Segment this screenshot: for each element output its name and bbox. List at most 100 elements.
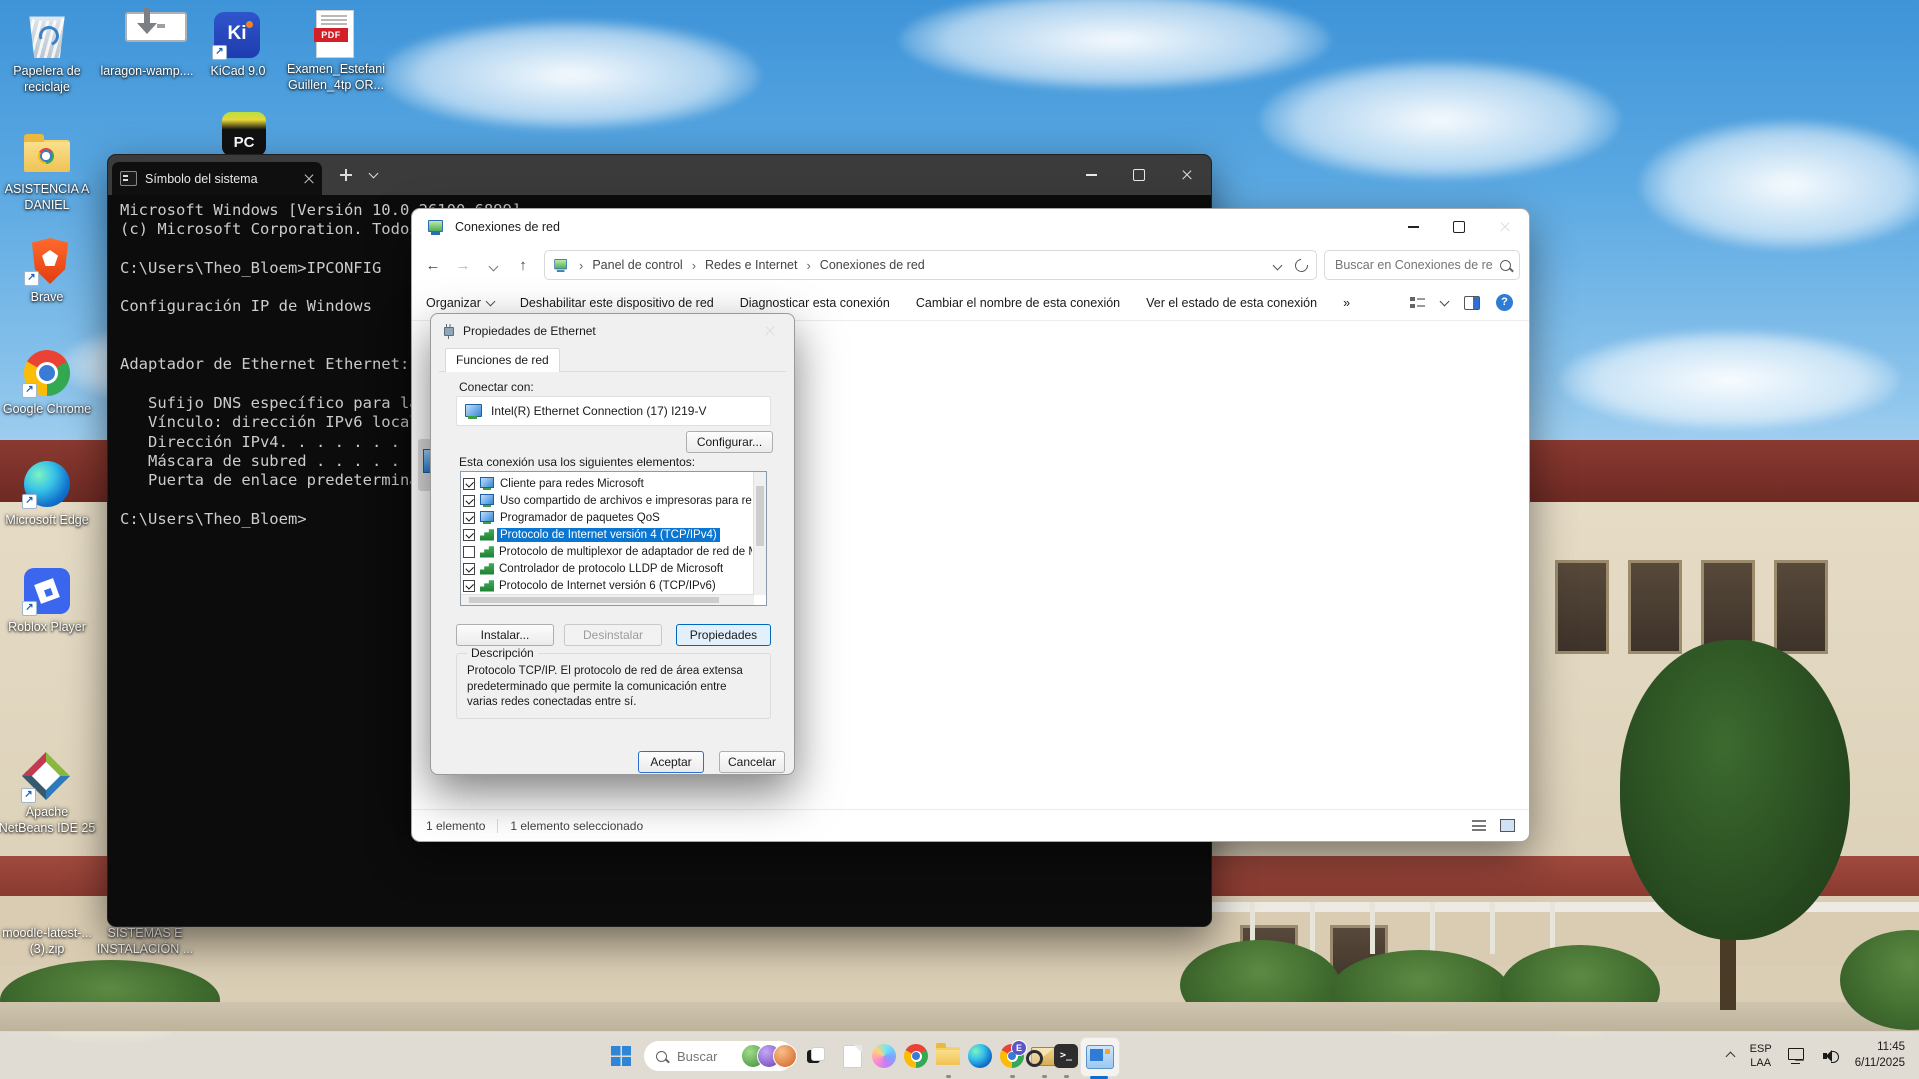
network-settings-button-active[interactable] [1080,1037,1120,1077]
checkbox[interactable] [463,512,475,524]
list-item-qos[interactable]: Programador de paquetes QoS [463,509,752,526]
icons-view-icon[interactable] [1500,819,1515,832]
uninstall-button[interactable]: Desinstalar [564,624,662,646]
address-dropdown-icon[interactable] [1273,260,1283,270]
taskbar-search[interactable] [643,1040,795,1072]
network-tray-icon[interactable] [1788,1048,1807,1064]
netbeans-label[interactable]: Apache NetBeans IDE 25 [0,805,97,836]
list-item-cliente[interactable]: Cliente para redes Microsoft [463,475,752,492]
tab-funciones-de-red[interactable]: Funciones de red [445,348,560,372]
brave-icon[interactable]: ↗ [26,238,71,284]
terminal-titlebar[interactable]: Símbolo del sistema [108,155,1211,195]
chrome-button[interactable] [900,1040,932,1072]
netbeans-icon[interactable]: ↗ [23,753,71,801]
view-selector-icon[interactable] [1410,296,1425,309]
minimize-button[interactable] [1067,155,1115,195]
recycle-bin-icon[interactable] [23,12,67,58]
clock[interactable]: 11:45 6/11/2025 [1855,1040,1905,1071]
recycle-bin-label[interactable]: Papelera de reciclaje [0,64,97,95]
kicad-label[interactable]: KiCad 9.0 [188,64,288,80]
terminal-button[interactable]: >_ [1050,1040,1082,1072]
list-item-uso-compartido[interactable]: Uso compartido de archivos e impresoras … [463,492,752,509]
more-commands-icon[interactable]: » [1343,296,1350,310]
explorer-titlebar[interactable]: Conexiones de red [412,209,1529,245]
vertical-scrollbar[interactable] [753,472,766,595]
kicad-icon[interactable]: Ki ↗ [214,12,260,58]
checkbox[interactable] [463,495,475,507]
breadcrumb-panel-de-control[interactable]: Panel de control [592,258,682,272]
configure-button[interactable]: Configurar... [686,431,773,453]
back-icon[interactable]: ← [418,257,448,274]
install-button[interactable]: Instalar... [456,624,554,646]
pdf-file-label[interactable]: Examen_Estefani Guillen_4tp OR... [284,62,388,93]
cancel-button[interactable]: Cancelar [719,751,785,773]
copilot-button[interactable] [868,1040,900,1072]
search-box[interactable] [1324,250,1520,280]
dialog-titlebar[interactable]: Propiedades de Ethernet [431,314,794,348]
search-icon[interactable] [1500,260,1511,271]
minimize-button[interactable] [1389,209,1437,245]
pdf-file-icon[interactable]: PDF [310,10,354,58]
checkbox[interactable] [463,546,475,558]
recent-pages-icon[interactable] [478,257,508,274]
laragon-download-icon[interactable] [123,12,171,60]
protocols-listbox[interactable]: Cliente para redes Microsoft Uso compart… [460,471,767,606]
moodle-zip-label[interactable]: moodle-latest-... (3).zip [0,926,97,957]
close-button[interactable] [1163,155,1211,195]
start-button[interactable] [605,1040,637,1072]
chrome-profile-button[interactable]: E [996,1040,1028,1072]
details-view-icon[interactable] [1472,820,1486,831]
view-dropdown-icon[interactable] [1440,296,1450,306]
tab-close-icon[interactable] [304,174,314,184]
hidden-icons-chevron[interactable] [1725,1051,1735,1061]
breadcrumb-bar[interactable]: › Panel de control › Redes e Internet › … [544,250,1317,280]
list-item-tcpipv6[interactable]: Protocolo de Internet versión 6 (TCP/IPv… [463,577,752,594]
list-item-multiplexor[interactable]: Protocolo de multiplexor de adaptador de… [463,543,752,560]
forward-icon[interactable]: → [448,257,478,274]
breadcrumb-redes-e-internet[interactable]: Redes e Internet [705,258,797,272]
view-status-command[interactable]: Ver el estado de esta conexión [1146,296,1317,310]
maximize-button[interactable] [1435,209,1483,245]
asistencia-folder-label[interactable]: ASISTENCIA A DANIEL [0,182,97,213]
tab-dropdown-icon[interactable] [369,169,379,179]
preview-pane-icon[interactable] [1464,296,1480,310]
disable-device-command[interactable]: Deshabilitar este dispositivo de red [520,296,714,310]
dialog-close-button[interactable] [746,314,794,348]
diagnose-connection-command[interactable]: Diagnosticar esta conexión [740,296,890,310]
rename-connection-command[interactable]: Cambiar el nombre de esta conexión [916,296,1120,310]
roblox-icon[interactable]: ↗ [24,568,70,614]
terminal-tab[interactable]: Símbolo del sistema [112,162,322,195]
checkbox[interactable] [463,478,475,490]
breadcrumb-conexiones-de-red[interactable]: Conexiones de red [820,258,925,272]
microsoft-edge-label[interactable]: Microsoft Edge [0,513,97,529]
maximize-button[interactable] [1115,155,1163,195]
language-indicator[interactable]: ESP LAA [1750,1042,1772,1071]
refresh-icon[interactable] [1292,256,1310,274]
checkbox[interactable] [463,529,475,541]
google-chrome-icon[interactable]: ↗ [24,350,70,396]
up-icon[interactable]: ↑ [508,257,538,274]
properties-button[interactable]: Propiedades [676,624,771,646]
roblox-label[interactable]: Roblox Player [0,620,97,636]
google-chrome-label[interactable]: Google Chrome [0,402,97,418]
ok-button[interactable]: Aceptar [638,751,704,773]
laragon-label[interactable]: laragon-wamp.... [97,64,197,80]
notepad-button[interactable] [836,1040,868,1072]
sistemas-folder-label[interactable]: SISTEMAS E INSTALACIÓN ... [92,926,198,957]
file-explorer-button[interactable] [932,1040,964,1072]
edge-button[interactable] [964,1040,996,1072]
pc-app-icon[interactable]: PC [222,112,266,156]
checkbox[interactable] [463,580,475,592]
microsoft-edge-icon[interactable]: ↗ [24,461,70,507]
search-input[interactable] [1333,257,1494,273]
organize-menu[interactable]: Organizar [426,296,494,310]
horizontal-scrollbar[interactable] [461,594,754,605]
brave-label[interactable]: Brave [0,290,97,306]
help-icon[interactable]: ? [1496,294,1513,311]
taskbar-search-input[interactable] [675,1048,741,1065]
asistencia-folder-icon[interactable] [24,130,70,172]
task-view-button[interactable] [800,1040,832,1072]
close-button[interactable] [1481,209,1529,245]
list-item-tcpipv4[interactable]: Protocolo de Internet versión 4 (TCP/IPv… [463,526,752,543]
list-item-lldp[interactable]: Controlador de protocolo LLDP de Microso… [463,560,752,577]
